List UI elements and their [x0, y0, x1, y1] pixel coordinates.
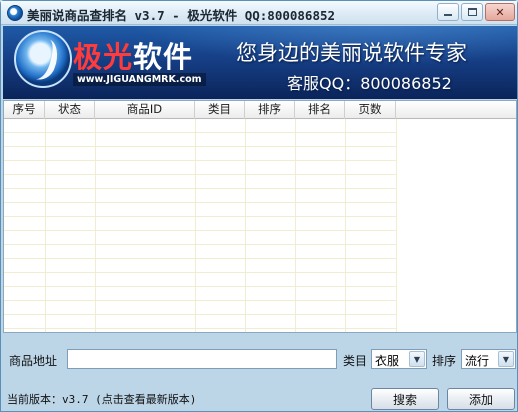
brand-banner: 极光软件 www.JIGUANGMRK.com 您身边的美丽说软件专家 客服QQ…	[3, 26, 517, 99]
window-title: 美丽说商品查排名 v3.7 - 极光软件 QQ:800086852	[27, 8, 336, 23]
grid-column-line	[396, 119, 397, 332]
grid-row-line	[4, 174, 396, 175]
table-header: 序号 状态 商品ID 类目 排序 排名 页数	[4, 101, 516, 119]
sort-select[interactable]: 流行 ▼	[461, 349, 516, 369]
add-button[interactable]: 添加	[447, 388, 515, 410]
brand-url: www.JIGUANGMRK.com	[73, 73, 206, 86]
column-header-sort[interactable]: 排序	[245, 101, 295, 119]
category-select[interactable]: 衣服 ▼	[371, 349, 427, 369]
grid-row-line	[4, 328, 396, 329]
grid-row-line	[4, 244, 396, 245]
sort-select-value: 流行	[465, 354, 490, 368]
maximize-button[interactable]	[461, 3, 483, 21]
brand-name: 极光软件	[73, 34, 193, 76]
column-header-status[interactable]: 状态	[45, 101, 95, 119]
brand-name-part2: 软件	[133, 40, 194, 74]
grid-row-line	[4, 160, 396, 161]
slogan: 您身边的美丽说软件专家	[236, 41, 467, 65]
grid-row-line	[4, 146, 396, 147]
brand-name-part1: 极光	[73, 40, 134, 74]
grid-row-line	[4, 300, 396, 301]
grid-row-line	[4, 272, 396, 273]
product-url-input[interactable]	[67, 349, 337, 369]
column-header-product-id[interactable]: 商品ID	[95, 101, 195, 119]
column-header-category[interactable]: 类目	[195, 101, 245, 119]
category-label: 类目	[343, 354, 368, 368]
sort-label: 排序	[432, 354, 457, 368]
results-table[interactable]: 序号 状态 商品ID 类目 排序 排名 页数	[3, 100, 517, 333]
column-header-index[interactable]: 序号	[4, 101, 45, 119]
table-body[interactable]	[4, 119, 516, 332]
maximize-icon	[467, 8, 477, 16]
grid-row-line	[4, 286, 396, 287]
grid-row-line	[4, 132, 396, 133]
search-button[interactable]: 搜索	[371, 388, 439, 410]
close-icon: ✕	[495, 5, 505, 19]
column-header-rank[interactable]: 排名	[295, 101, 345, 119]
category-select-value: 衣服	[375, 354, 400, 368]
chevron-down-icon[interactable]: ▼	[498, 351, 514, 367]
service-qq: 客服QQ：800086852	[287, 74, 452, 93]
product-url-label: 商品地址	[9, 354, 58, 368]
close-button[interactable]: ✕	[485, 3, 515, 21]
input-form: 商品地址 类目 衣服 ▼ 排序 流行 ▼ 当前版本：v3.7 (点击查看最新版本…	[1, 335, 518, 412]
grid-row-line	[4, 188, 396, 189]
grid-row-line	[4, 216, 396, 217]
column-header-pages[interactable]: 页数	[345, 101, 396, 119]
grid-row-line	[4, 230, 396, 231]
grid-row-line	[4, 314, 396, 315]
minimize-button[interactable]	[437, 3, 459, 21]
grid-row-line	[4, 202, 396, 203]
chevron-down-icon[interactable]: ▼	[409, 351, 425, 367]
title-bar[interactable]: 美丽说商品查排名 v3.7 - 极光软件 QQ:800086852 ✕	[1, 1, 517, 25]
grid-row-line	[4, 258, 396, 259]
minimize-icon	[444, 14, 452, 16]
app-window: 美丽说商品查排名 v3.7 - 极光软件 QQ:800086852 ✕ 极光软件…	[0, 0, 518, 412]
app-icon	[7, 5, 23, 21]
version-link[interactable]: 当前版本：v3.7 (点击查看最新版本)	[7, 391, 196, 407]
